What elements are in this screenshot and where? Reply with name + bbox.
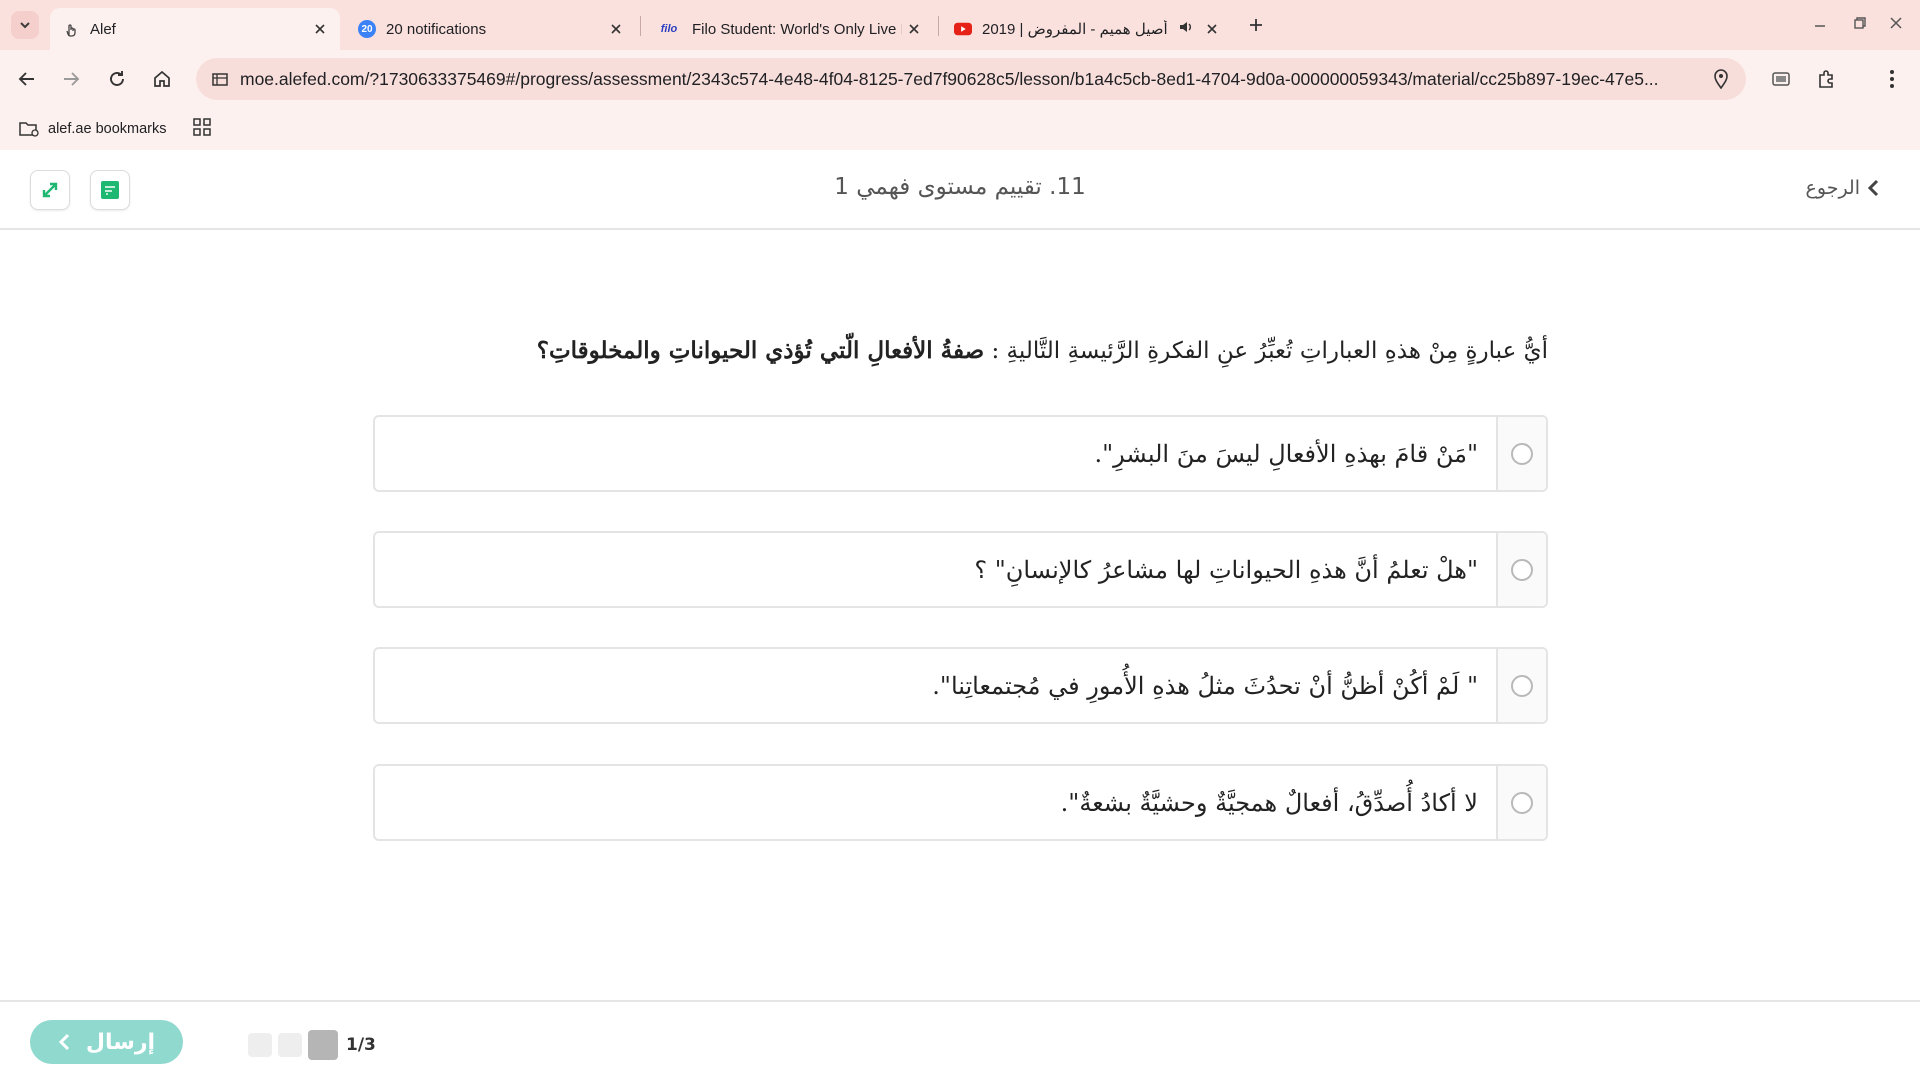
question-emphasis: صفةُ الأفعالِ الّتي تُؤذي الحيواناتِ وال… <box>536 337 985 364</box>
question-pager: 1/3 <box>248 1030 376 1060</box>
close-icon <box>1890 17 1902 29</box>
back-link[interactable]: الرجوع <box>1806 177 1880 199</box>
option-text: "مَنْ قامَ بهذهِ الأفعالِ ليسَ منَ البشر… <box>1094 439 1478 468</box>
puzzle-icon <box>1819 70 1833 88</box>
answer-option-2[interactable]: "هلْ تعلمُ أنَّ هذهِ الحيواناتِ لها مشاع… <box>373 531 1548 608</box>
expand-icon <box>42 182 58 198</box>
question-prefix: أيُّ عبارةٍ مِنْ هذهِ العباراتِ تُعبِّرُ… <box>984 338 1548 364</box>
answer-option-1[interactable]: "مَنْ قامَ بهذهِ الأفعالِ ليسَ منَ البشر… <box>373 415 1548 492</box>
site-info-icon[interactable] <box>200 70 240 88</box>
reload-icon <box>110 71 124 86</box>
fullscreen-button[interactable] <box>30 170 70 210</box>
minimize-button[interactable] <box>1800 8 1840 38</box>
restore-button[interactable] <box>1840 8 1880 38</box>
arrow-left-icon <box>18 72 34 86</box>
option-radio-cell[interactable] <box>1496 649 1546 722</box>
tab-filo[interactable]: filo Filo Student: World's Only Live I <box>644 8 934 50</box>
home-button[interactable] <box>144 61 180 97</box>
close-icon[interactable] <box>604 17 628 41</box>
assessment-footer: إرسال 1/3 <box>0 1000 1920 1080</box>
option-text: "هلْ تعلمُ أنَّ هذهِ الحيواناتِ لها مشاع… <box>974 555 1478 584</box>
radio-button[interactable] <box>1511 674 1533 697</box>
new-tab-button[interactable] <box>1242 11 1270 39</box>
option-text: لا أكادُ أُصدِّقُ، أفعالٌ همجيَّةٌ وحشيَ… <box>1060 788 1478 817</box>
option-radio-cell[interactable] <box>1496 766 1546 839</box>
plus-icon <box>1250 19 1262 31</box>
notification-badge: 20 <box>358 20 376 38</box>
lesson-header: 11. تقييم مستوى فهمي 1 الرجوع <box>0 150 1920 230</box>
apps-grid-button[interactable] <box>190 115 214 139</box>
bookmark-folder[interactable]: alef.ae bookmarks <box>18 116 166 142</box>
reload-button[interactable] <box>99 61 135 97</box>
cast-icon <box>1772 72 1790 86</box>
cast-button[interactable] <box>1763 61 1799 97</box>
answer-option-3[interactable]: " لَمْ أكُنْ أظنُّ أنْ تحدُثَ مثلُ هذهِ … <box>373 647 1548 724</box>
lesson-title: 11. تقييم مستوى فهمي 1 <box>834 174 1086 200</box>
restore-icon <box>1854 17 1866 29</box>
tab-notifications[interactable]: 20 20 notifications <box>346 8 636 50</box>
back-button[interactable] <box>9 61 45 97</box>
tab-title: 2019 | أصيل هميم - المفروض <box>982 21 1168 38</box>
address-bar[interactable]: moe.alefed.com/?1730633375469#/progress/… <box>196 58 1746 100</box>
tab-strip: Alef 20 20 notifications filo Filo Stude… <box>0 0 1920 50</box>
close-window-button[interactable] <box>1876 8 1916 38</box>
url-text[interactable]: moe.alefed.com/?1730633375469#/progress/… <box>240 69 1696 90</box>
browser-toolbar: moe.alefed.com/?1730633375469#/progress/… <box>0 50 1920 108</box>
dictionary-icon <box>101 181 119 199</box>
close-icon[interactable] <box>308 17 332 41</box>
page-indicator[interactable] <box>278 1033 302 1057</box>
tab-title: Alef <box>90 20 116 38</box>
question-area: أيُّ عبارةٍ مِنْ هذهِ العباراتِ تُعبِّرُ… <box>0 232 1920 1002</box>
tab-youtube[interactable]: 2019 | أصيل هميم - المفروض <box>942 8 1232 50</box>
close-icon[interactable] <box>902 17 926 41</box>
answer-option-4[interactable]: لا أكادُ أُصدِّقُ، أفعالٌ همجيَّةٌ وحشيَ… <box>373 764 1548 841</box>
option-text: " لَمْ أكُنْ أظنُّ أنْ تحدُثَ مثلُ هذهِ … <box>932 671 1478 700</box>
tab-search-button[interactable] <box>11 11 39 39</box>
forward-button[interactable] <box>53 61 89 97</box>
radio-button[interactable] <box>1511 558 1533 581</box>
menu-button[interactable] <box>1874 61 1910 97</box>
submit-button[interactable]: إرسال <box>30 1020 183 1064</box>
option-radio-cell[interactable] <box>1496 417 1546 490</box>
question-text: أيُّ عبارةٍ مِنْ هذهِ العباراتِ تُعبِّرُ… <box>428 337 1548 364</box>
page-count: 1/3 <box>346 1035 376 1055</box>
bookmark-folder-label: alef.ae bookmarks <box>48 121 167 137</box>
location-pin-icon[interactable] <box>1696 69 1746 89</box>
radio-button[interactable] <box>1511 791 1533 814</box>
radio-button[interactable] <box>1511 442 1533 465</box>
folder-icon <box>19 122 39 137</box>
tab-title: Filo Student: World's Only Live I <box>692 20 902 38</box>
hand-icon <box>62 20 80 38</box>
tab-alef[interactable]: Alef <box>50 8 340 50</box>
bookmarks-bar: alef.ae bookmarks <box>0 108 1920 150</box>
filo-logo: filo <box>660 23 678 35</box>
more-vertical-icon <box>1890 70 1894 88</box>
option-radio-cell[interactable] <box>1496 533 1546 606</box>
back-label: الرجوع <box>1805 177 1860 199</box>
submit-label: إرسال <box>85 1029 156 1055</box>
chevron-left-icon <box>1867 179 1879 197</box>
page-indicator[interactable] <box>248 1033 272 1057</box>
glossary-button[interactable] <box>90 170 130 210</box>
home-icon <box>154 70 170 87</box>
tab-separator <box>640 16 641 36</box>
page-indicator-current[interactable] <box>308 1030 338 1060</box>
speaker-icon[interactable] <box>1178 19 1194 39</box>
chevron-left-icon <box>58 1033 69 1051</box>
arrow-right-icon <box>64 72 80 86</box>
youtube-icon <box>954 20 972 38</box>
extensions-button[interactable] <box>1808 61 1844 97</box>
chevron-down-icon <box>20 22 30 29</box>
minimize-icon <box>1815 25 1825 27</box>
close-icon[interactable] <box>1200 17 1224 41</box>
grid-icon <box>193 118 211 136</box>
tab-title: 20 notifications <box>386 20 487 38</box>
tab-separator <box>938 16 939 36</box>
